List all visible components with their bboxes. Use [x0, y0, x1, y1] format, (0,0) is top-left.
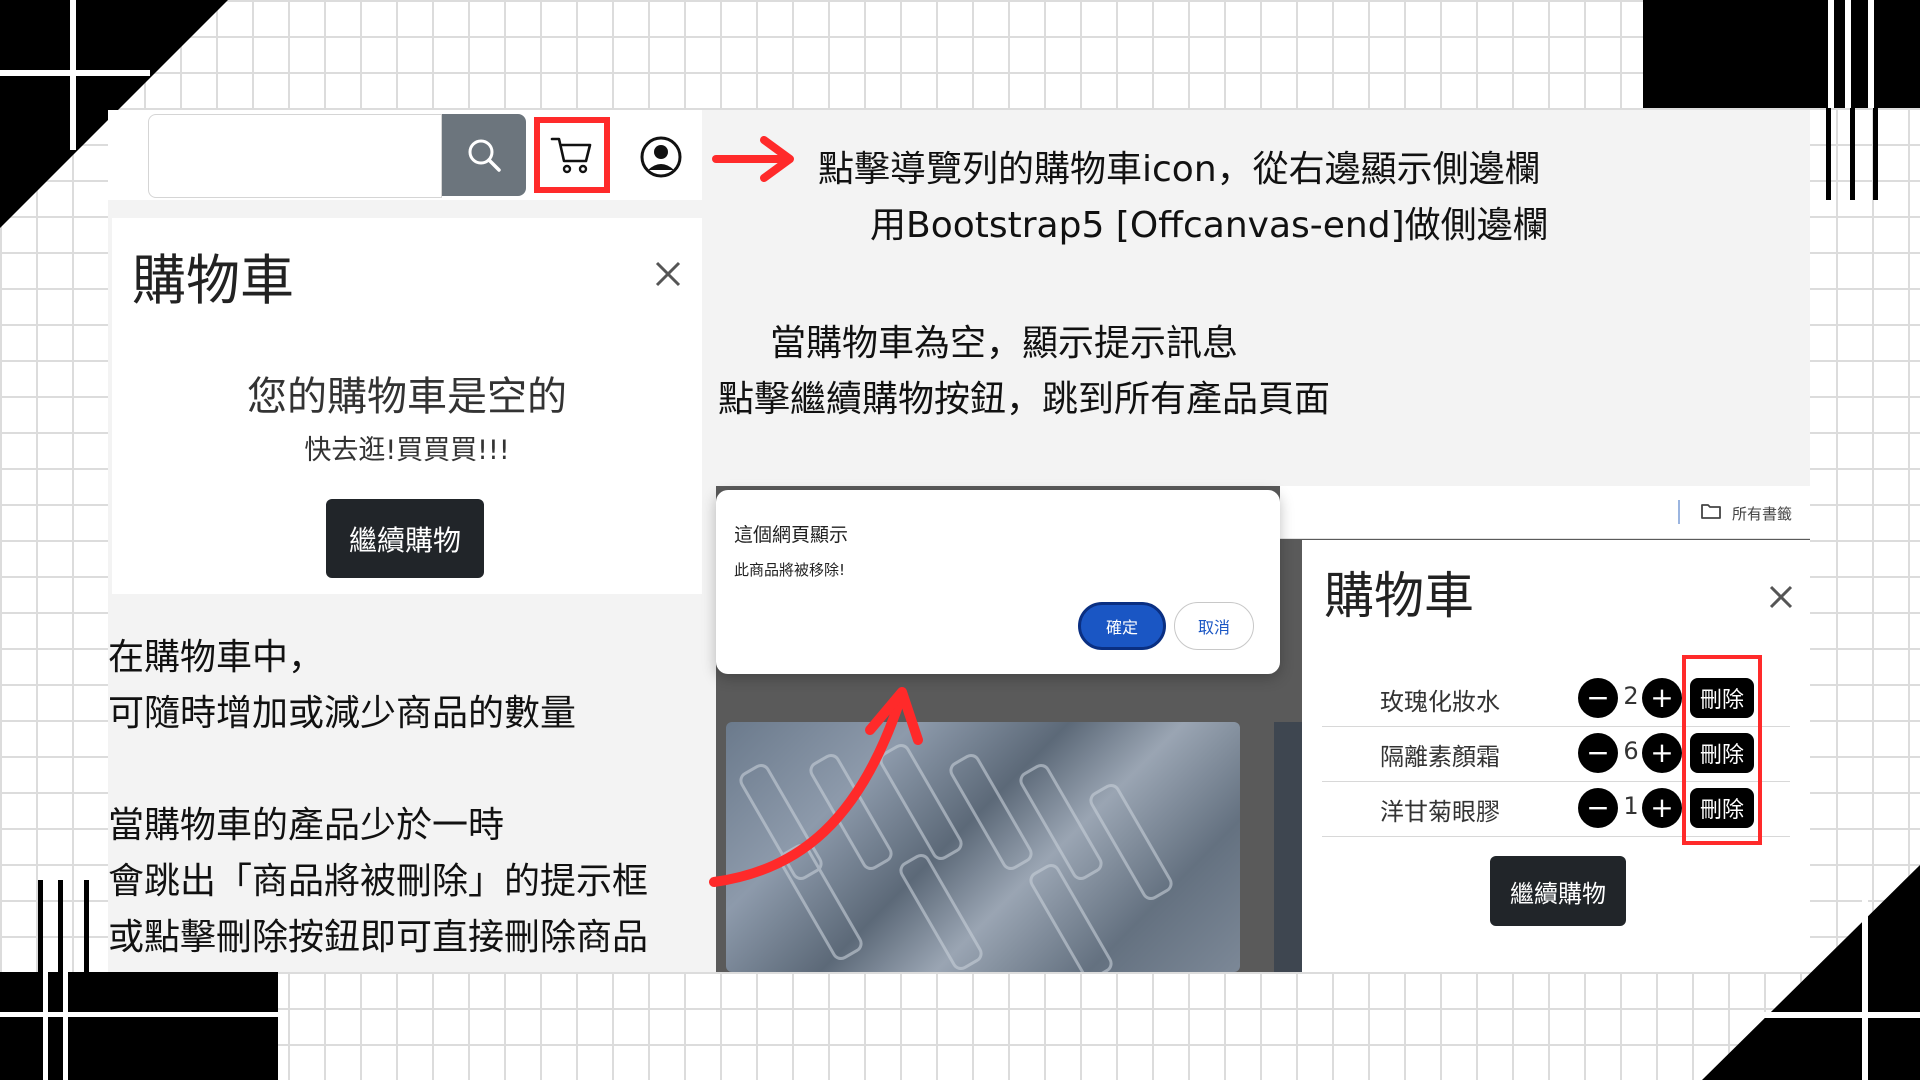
delete-buttons-highlight [1682, 655, 1762, 845]
search-button[interactable] [442, 114, 526, 196]
user-button[interactable] [640, 136, 682, 178]
decrease-qty-button[interactable]: − [1578, 788, 1618, 828]
cart-item-qty: 2 [1623, 682, 1639, 710]
bookmarks-divider [1678, 500, 1680, 524]
curved-arrow-icon [709, 687, 923, 887]
product-image-edge [1274, 722, 1302, 972]
cart-button[interactable] [534, 117, 610, 193]
continue-shopping-button[interactable]: 繼續購物 [326, 499, 484, 578]
browser-bookmarks-bar [1280, 486, 1810, 539]
empty-cart-title: 購物車 [132, 249, 294, 312]
dialog-message: 此商品將被移除! [734, 561, 846, 579]
cart-item-qty: 6 [1623, 737, 1639, 765]
decrease-qty-button[interactable]: − [1578, 678, 1618, 718]
increase-qty-button[interactable]: + [1642, 788, 1682, 828]
cart-item-name: 玫瑰化妝水 [1380, 688, 1500, 716]
dialog-ok-button[interactable]: 確定 [1078, 602, 1166, 650]
dialog-cancel-button[interactable]: 取消 [1174, 602, 1254, 650]
annotation-qty-line2: 可隨時增加或減少商品的數量 [108, 693, 577, 734]
decrease-qty-button[interactable]: − [1578, 733, 1618, 773]
empty-cart-message: 您的購物車是空的 [247, 374, 567, 420]
cart-icon [550, 137, 592, 174]
annotation-empty-line1: 當購物車為空，顯示提示訊息 [770, 323, 1239, 364]
all-bookmarks-label[interactable]: 所有書籤 [1732, 503, 1792, 524]
cart-title: 購物車 [1324, 567, 1474, 625]
cart-item-qty: 1 [1623, 792, 1639, 820]
cart-item-name: 隔離素顏霜 [1380, 743, 1500, 771]
cart-continue-shopping-button[interactable]: 繼續購物 [1490, 856, 1626, 926]
search-input[interactable] [148, 114, 442, 198]
increase-qty-button[interactable]: + [1642, 678, 1682, 718]
annotation-empty-line2: 點擊繼續購物按鈕，跳到所有產品頁面 [718, 379, 1331, 420]
annotation-remove-line3: 或點擊刪除按鈕即可直接刪除商品 [108, 917, 649, 958]
search-icon [468, 139, 501, 172]
close-icon[interactable] [654, 260, 682, 288]
annotation-qty-line1: 在購物車中， [108, 637, 325, 678]
arrow-right-icon [712, 136, 794, 182]
annotation-nav-line1: 點擊導覽列的購物車icon，從右邊顯示側邊欄 [818, 149, 1541, 190]
cart-close-icon[interactable] [1768, 584, 1794, 610]
annotation-nav-line2: 用Bootstrap5 [Offcanvas-end]做側邊欄 [870, 205, 1549, 246]
annotation-remove-line1: 當購物車的產品少於一時 [108, 805, 505, 846]
empty-cart-sub-message: 快去逛!買買買!!! [304, 435, 510, 466]
user-circle-icon [640, 136, 682, 178]
dialog-title: 這個網頁顯示 [734, 524, 849, 546]
increase-qty-button[interactable]: + [1642, 733, 1682, 773]
annotation-remove-line2: 會跳出「商品將被刪除」的提示框 [108, 861, 649, 902]
folder-icon [1701, 504, 1721, 519]
cart-item-name: 洋甘菊眼膠 [1380, 798, 1500, 826]
